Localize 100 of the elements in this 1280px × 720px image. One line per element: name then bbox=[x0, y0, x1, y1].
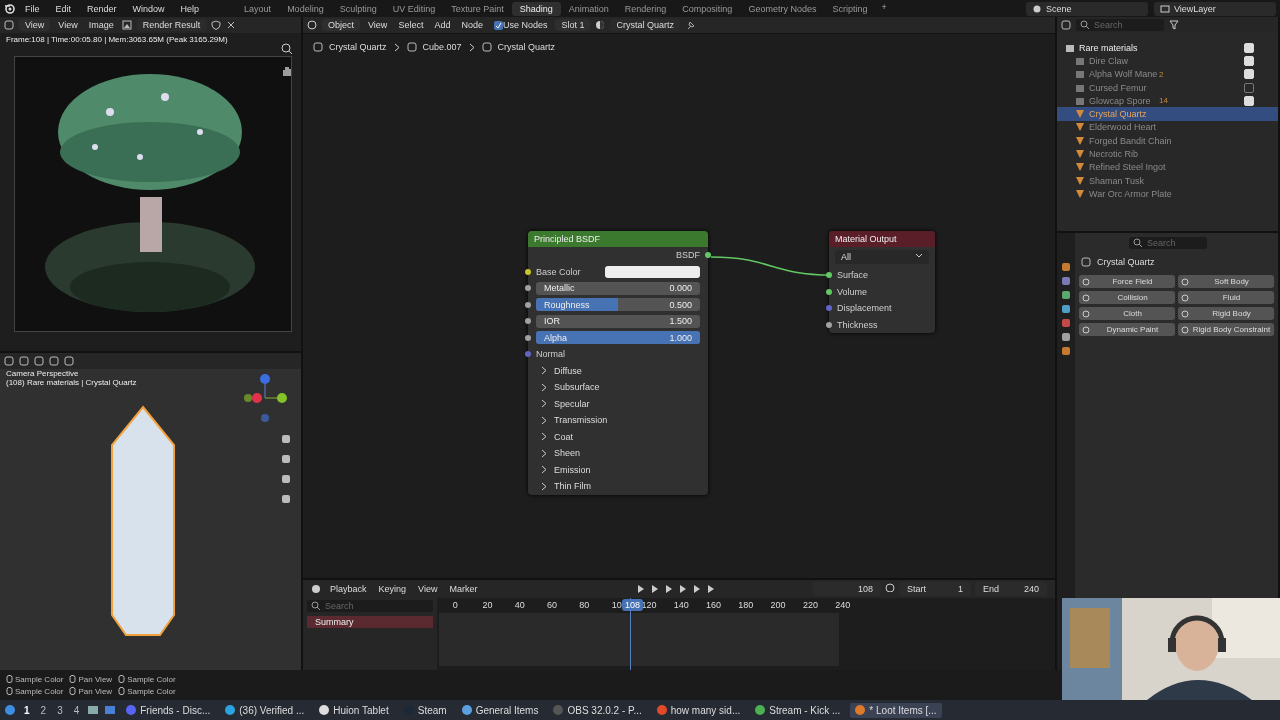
menu-item[interactable]: Window bbox=[125, 3, 172, 14]
principled-bsdf-node[interactable]: Principled BSDF BSDF Base Color Metallic 0.000 Roughness 0.500 IOR 1.500 Alpha 1.000 Normal Diffuse Subsurface Specular Transmission Coat Sheen Emission Thin Film bbox=[528, 231, 708, 495]
workspace-tab[interactable]: Scripting bbox=[824, 1, 876, 16]
display-mode-icon[interactable] bbox=[1061, 20, 1071, 30]
material-output-node[interactable]: Material Output All Surface Volume Displacement Thickness bbox=[829, 231, 935, 333]
physics-button[interactable]: Rigid Body bbox=[1178, 307, 1274, 320]
add-workspace-button[interactable]: + bbox=[875, 1, 893, 16]
breadcrumb[interactable]: Cube.007 bbox=[422, 42, 462, 52]
close-icon[interactable] bbox=[226, 20, 237, 30]
desktop-button[interactable]: 1 bbox=[21, 704, 33, 716]
outliner-row[interactable]: Refined Steel Ingot bbox=[1057, 160, 1278, 174]
use-nodes-checkbox[interactable]: Use Nodes bbox=[490, 20, 551, 30]
workspace-tab[interactable]: Shading bbox=[511, 1, 561, 16]
workspace-tab[interactable]: UV Editing bbox=[384, 1, 444, 16]
taskbar-app[interactable]: how many sid... bbox=[651, 702, 746, 718]
workspace-tab[interactable]: Rendering bbox=[616, 1, 675, 16]
cursor-icon[interactable] bbox=[19, 356, 29, 366]
summary-channel[interactable]: Summary bbox=[307, 616, 433, 628]
outliner-row[interactable]: Shaman Tusk bbox=[1057, 173, 1278, 188]
menu-item[interactable]: Render bbox=[80, 3, 124, 14]
panel-toggle[interactable]: Specular bbox=[554, 398, 590, 409]
outliner-row[interactable]: Necrotic Rib bbox=[1057, 147, 1278, 161]
exclude-checkbox[interactable] bbox=[1244, 82, 1254, 93]
menu-item[interactable]: Marker bbox=[446, 584, 481, 594]
workspace-tab[interactable]: Animation bbox=[560, 1, 617, 16]
menu-item[interactable]: Image bbox=[85, 20, 117, 30]
end-frame-field[interactable]: End 240 bbox=[975, 582, 1047, 596]
desktop-button[interactable]: 4 bbox=[70, 704, 83, 716]
panel-toggle[interactable]: Thin Film bbox=[554, 481, 591, 492]
start-frame-field[interactable]: Start 1 bbox=[899, 582, 971, 596]
input-socket[interactable] bbox=[826, 272, 832, 279]
menu-item[interactable]: Node bbox=[458, 20, 486, 30]
slot-dropdown[interactable]: Slot 1 bbox=[555, 19, 591, 31]
image-name-field[interactable]: Render Result bbox=[136, 19, 207, 31]
value-slider[interactable]: Roughness 0.500 bbox=[536, 298, 700, 312]
physics-button[interactable]: Rigid Body Constraint bbox=[1178, 323, 1274, 336]
editor-type-icon[interactable] bbox=[4, 20, 14, 30]
overlay-icon[interactable] bbox=[49, 356, 59, 366]
panel-toggle[interactable]: Sheen bbox=[554, 448, 581, 459]
menu-item[interactable]: Select bbox=[395, 20, 427, 30]
workspace-tab[interactable]: Layout bbox=[236, 1, 280, 16]
workspace-tab[interactable]: Geometry Nodes bbox=[740, 1, 825, 16]
files-icon[interactable] bbox=[87, 704, 100, 716]
physics-button[interactable]: Collision bbox=[1079, 291, 1175, 304]
window-icon[interactable] bbox=[104, 704, 117, 716]
output-socket[interactable] bbox=[705, 252, 711, 259]
material-name-field[interactable]: Crystal Quartz bbox=[610, 19, 680, 31]
current-frame-marker[interactable]: 108 bbox=[622, 599, 644, 611]
scene-selector[interactable]: Scene bbox=[1026, 1, 1148, 16]
outliner-row[interactable]: War Orc Armor Plate bbox=[1057, 187, 1278, 201]
taskbar-app[interactable]: OBS 32.0.2 - P... bbox=[548, 702, 647, 718]
taskbar-app[interactable]: (36) Verified ... bbox=[220, 702, 310, 718]
menu-item[interactable]: View bbox=[415, 584, 441, 594]
input-socket[interactable] bbox=[525, 334, 531, 341]
taskbar-app[interactable]: Stream - Kick ... bbox=[750, 702, 846, 718]
taskbar-app[interactable]: * Loot Items [... bbox=[850, 702, 942, 718]
outliner-row[interactable]: Crystal Quartz bbox=[1057, 107, 1278, 121]
workspace-tab[interactable]: Modeling bbox=[279, 1, 332, 16]
editor-type-icon[interactable] bbox=[311, 584, 321, 594]
menu-item[interactable]: Help bbox=[173, 3, 207, 14]
menu-item[interactable]: File bbox=[18, 3, 47, 14]
menu-item[interactable]: Keying bbox=[375, 584, 410, 594]
editor-type-icon[interactable] bbox=[307, 20, 317, 30]
menu-item[interactable]: Playback bbox=[327, 584, 370, 594]
blender-logo-icon[interactable] bbox=[4, 2, 16, 15]
input-socket[interactable] bbox=[826, 305, 832, 312]
filter-icon[interactable] bbox=[1169, 20, 1179, 30]
value-slider[interactable]: IOR 1.500 bbox=[536, 314, 700, 328]
input-socket[interactable] bbox=[826, 288, 832, 295]
input-socket[interactable] bbox=[525, 351, 531, 358]
shading-icon[interactable] bbox=[64, 356, 74, 366]
physics-button[interactable]: Force Field bbox=[1079, 275, 1175, 288]
panel-toggle[interactable]: Coat bbox=[554, 431, 573, 442]
taskbar-app[interactable]: Huion Tablet bbox=[314, 702, 394, 718]
color-swatch[interactable] bbox=[605, 265, 700, 278]
physics-button[interactable]: Soft Body bbox=[1178, 275, 1274, 288]
taskbar-app[interactable]: Steam bbox=[398, 702, 452, 718]
breadcrumb[interactable]: Crystal Quartz bbox=[497, 42, 556, 52]
start-menu-icon[interactable] bbox=[4, 704, 16, 716]
workspace-tab[interactable]: Texture Paint bbox=[443, 1, 512, 16]
panel-toggle[interactable]: Emission bbox=[554, 464, 591, 475]
menu-item[interactable]: View bbox=[365, 20, 391, 30]
physics-button[interactable]: Fluid bbox=[1178, 291, 1274, 304]
target-dropdown[interactable]: All bbox=[835, 250, 929, 264]
desktop-button[interactable]: 3 bbox=[54, 704, 66, 716]
input-socket[interactable] bbox=[525, 301, 531, 308]
menu-item[interactable]: Edit bbox=[48, 3, 79, 14]
outliner-item[interactable]: Rare materials bbox=[1079, 42, 1149, 53]
workspace-tab[interactable]: Sculpting bbox=[331, 1, 385, 16]
value-slider[interactable]: Alpha 1.000 bbox=[536, 331, 700, 345]
checkbox-icon[interactable] bbox=[493, 20, 503, 30]
desktop-button[interactable]: 2 bbox=[37, 704, 50, 716]
outliner-row[interactable]: Forged Bandit Chain bbox=[1057, 134, 1278, 148]
input-socket[interactable] bbox=[826, 321, 832, 328]
outliner-row[interactable]: Dire Claw bbox=[1057, 54, 1278, 68]
outliner-row[interactable]: Cursed Femur bbox=[1057, 80, 1278, 95]
breadcrumb[interactable]: Crystal Quartz bbox=[329, 42, 387, 52]
value-slider[interactable]: Metallic 0.000 bbox=[536, 281, 700, 295]
current-frame-field[interactable]: 108 bbox=[813, 582, 881, 596]
taskbar-app[interactable]: General Items bbox=[456, 702, 544, 718]
